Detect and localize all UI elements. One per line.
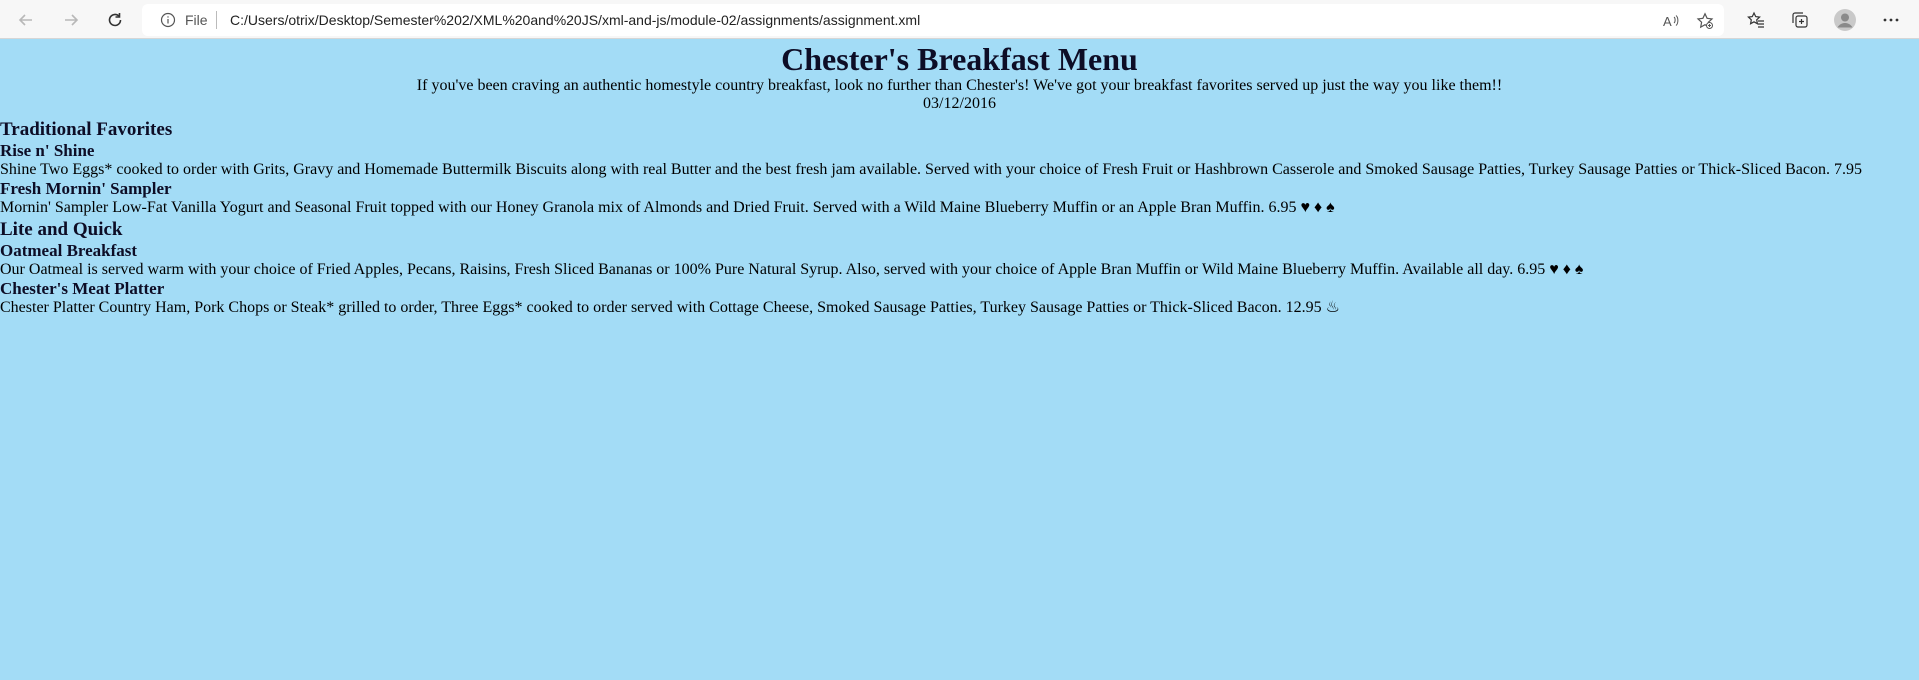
forward-button[interactable] xyxy=(59,8,83,32)
refresh-button[interactable] xyxy=(103,8,127,32)
xml-document-view: Chester's Breakfast Menu If you've been … xyxy=(0,39,1919,317)
favorites-button[interactable] xyxy=(1744,8,1768,32)
profile-button[interactable] xyxy=(1833,8,1857,32)
category-traditional-favorites: Traditional Favorites xyxy=(0,119,173,140)
item-description: Mornin' Sampler Low-Fat Vanilla Yogurt a… xyxy=(0,199,1335,216)
menu-date: 03/12/2016 xyxy=(923,95,996,112)
item-name: Chester's Meat Platter xyxy=(0,279,165,298)
arrow-right-icon xyxy=(65,14,79,26)
item-description: Shine Two Eggs* cooked to order with Gri… xyxy=(0,161,1862,178)
more-icon xyxy=(1883,18,1899,22)
read-aloud-icon[interactable]: A xyxy=(1662,12,1680,30)
arrow-left-icon xyxy=(18,14,32,26)
address-bar[interactable]: File C:/Users/otrix/Desktop/Semester%202… xyxy=(142,4,1724,36)
item-name: Fresh Mornin' Sampler xyxy=(0,179,172,198)
favorites-icon xyxy=(1747,11,1764,28)
collections-icon xyxy=(1792,12,1808,28)
address-separator xyxy=(216,11,217,29)
favorite-star-icon[interactable] xyxy=(1696,12,1714,30)
info-icon[interactable] xyxy=(160,12,176,28)
item-name: Oatmeal Breakfast xyxy=(0,241,138,260)
item-name: Rise n' Shine xyxy=(0,141,95,160)
menu-intro: If you've been craving an authentic home… xyxy=(416,77,1503,94)
category-lite-and-quick: Lite and Quick xyxy=(0,219,123,240)
item-description: Chester Platter Country Ham, Pork Chops … xyxy=(0,299,1340,316)
url-text[interactable]: C:/Users/otrix/Desktop/Semester%202/XML%… xyxy=(230,12,920,28)
avatar-icon xyxy=(1834,9,1856,31)
collections-button[interactable] xyxy=(1788,8,1812,32)
svg-text:A: A xyxy=(1663,14,1672,29)
menu-title: Chester's Breakfast Menu xyxy=(781,41,1138,77)
back-button[interactable] xyxy=(14,8,38,32)
more-button[interactable] xyxy=(1879,8,1903,32)
file-label: File xyxy=(185,12,208,28)
refresh-icon xyxy=(108,13,122,27)
item-description: Our Oatmeal is served warm with your cho… xyxy=(0,261,1584,278)
browser-toolbar: File C:/Users/otrix/Desktop/Semester%202… xyxy=(0,0,1919,39)
